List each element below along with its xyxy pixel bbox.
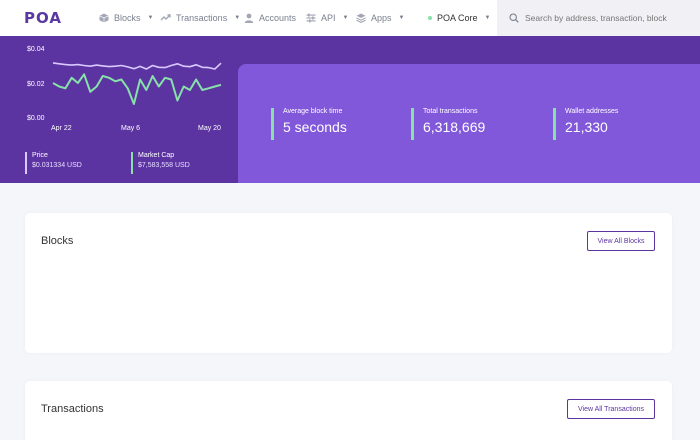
stat-label: Average block time <box>283 108 343 115</box>
logo-text: POA <box>24 9 62 27</box>
chevron-down-icon: ▼ <box>234 15 241 21</box>
market-cap-stat: Market Cap $7,583,558 USD <box>131 152 190 174</box>
nav-blocks-label: Blocks <box>114 13 141 23</box>
y-tick-label: $0.04 <box>27 46 45 53</box>
nav-accounts[interactable]: Accounts <box>244 11 296 25</box>
transactions-card: Transactions View All Transactions <box>25 381 672 440</box>
sliders-icon <box>306 13 316 23</box>
nav-accounts-label: Accounts <box>259 13 297 23</box>
price-stat: Price $0.031334 USD <box>25 152 82 174</box>
cube-icon <box>99 13 109 23</box>
search-bar[interactable] <box>497 0 700 36</box>
nav-apps[interactable]: Apps ▼ <box>356 11 404 25</box>
stat-total-transactions: Total transactions 6,318,669 <box>411 108 485 140</box>
x-tick-label: May 6 <box>121 125 140 132</box>
chevron-down-icon: ▼ <box>484 15 491 21</box>
market-cap-value: $7,583,558 USD <box>138 162 190 169</box>
market-cap-label: Market Cap <box>138 152 175 159</box>
transfer-icon <box>160 14 171 21</box>
x-tick-label: Apr 22 <box>51 125 72 132</box>
nav-apps-label: Apps <box>371 13 392 23</box>
y-tick-label: $0.00 <box>27 115 45 122</box>
nav-api[interactable]: API ▼ <box>306 11 348 25</box>
network-label: POA Core <box>437 13 478 23</box>
nav-blocks[interactable]: Blocks ▼ <box>99 11 153 25</box>
nav-transactions-label: Transactions <box>176 13 228 23</box>
top-navbar: POA Blocks ▼ Transactions ▼ Accounts API… <box>0 0 700 36</box>
market-cap-series-line <box>52 73 222 105</box>
user-icon <box>244 13 254 23</box>
price-chart: $0.04 $0.02 $0.00 Apr 22 May 6 May 20 <box>27 46 222 132</box>
stat-value: 21,330 <box>565 119 608 135</box>
stat-label: Wallet addresses <box>565 108 619 115</box>
chevron-down-icon: ▼ <box>398 15 405 21</box>
price-label: Price <box>32 152 48 159</box>
network-selector[interactable]: POA Core ▼ <box>428 11 490 25</box>
y-tick-label: $0.02 <box>27 81 45 88</box>
layers-icon <box>356 13 366 23</box>
chevron-down-icon: ▼ <box>342 15 349 21</box>
network-status-dot <box>428 16 432 20</box>
nav-api-label: API <box>321 13 336 23</box>
stat-value: 5 seconds <box>283 119 347 135</box>
dashboard-banner: $0.04 $0.02 $0.00 Apr 22 May 6 May 20 Pr… <box>0 36 700 183</box>
poa-logo[interactable]: POA <box>24 9 62 27</box>
price-chart-area: $0.04 $0.02 $0.00 Apr 22 May 6 May 20 Pr… <box>0 36 238 183</box>
view-all-blocks-button[interactable]: View All Blocks <box>587 231 655 251</box>
search-input[interactable] <box>525 13 675 23</box>
blocks-card: Blocks View All Blocks <box>25 213 672 353</box>
stat-label: Total transactions <box>423 108 478 115</box>
stat-wallet-addresses: Wallet addresses 21,330 <box>553 108 618 140</box>
stat-value: 6,318,669 <box>423 119 486 135</box>
chevron-down-icon: ▼ <box>147 15 154 21</box>
nav-transactions[interactable]: Transactions ▼ <box>160 11 240 25</box>
stat-average-block-time: Average block time 5 seconds <box>271 108 347 140</box>
search-icon <box>509 13 519 23</box>
price-value: $0.031334 USD <box>32 162 82 169</box>
view-all-transactions-button[interactable]: View All Transactions <box>567 399 655 419</box>
blocks-card-title: Blocks <box>41 235 74 247</box>
stats-panel: Average block time 5 seconds Total trans… <box>238 64 700 183</box>
transactions-card-title: Transactions <box>41 403 104 415</box>
price-series-line <box>52 62 222 70</box>
x-tick-label: May 20 <box>198 125 221 132</box>
